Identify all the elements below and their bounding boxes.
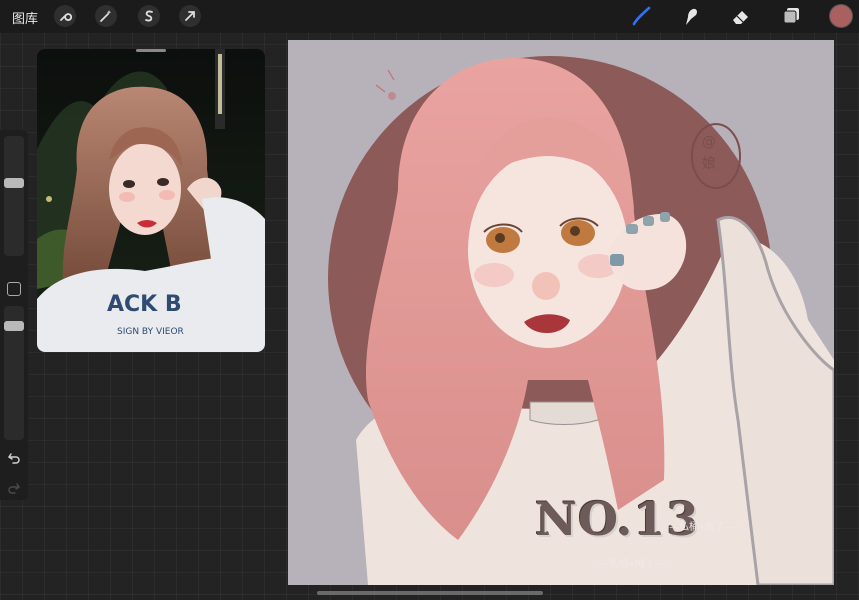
drawing-canvas[interactable]: @ 娘 NO.13 ♡—私桶•肉丫—♡ ♡—私桶•肉丫—♡ — [288, 40, 834, 585]
svg-text:@: @ — [702, 134, 716, 150]
svg-text:SIGN BY VIEOR: SIGN BY VIEOR — [117, 327, 184, 337]
undo-icon[interactable] — [6, 450, 22, 466]
magic-wand-icon[interactable] — [95, 5, 117, 27]
svg-text:ACK B: ACK B — [107, 292, 182, 317]
selection-icon[interactable] — [138, 5, 160, 27]
wrench-icon[interactable] — [54, 5, 76, 27]
opacity-thumb[interactable] — [4, 320, 24, 331]
redo-icon[interactable] — [6, 480, 22, 496]
reference-photo[interactable]: ACK B SIGN BY VIEOR — [37, 49, 265, 352]
smudge-icon[interactable] — [679, 4, 703, 28]
eraser-icon[interactable] — [729, 4, 753, 28]
home-indicator[interactable] — [317, 591, 543, 595]
signature-text: ♡—私桶•肉丫—♡ — [590, 559, 674, 570]
brush-size-thumb[interactable] — [4, 177, 24, 188]
reference-drag-handle[interactable] — [136, 49, 166, 52]
svg-text:娘: 娘 — [702, 156, 716, 172]
modifier-button[interactable] — [7, 282, 21, 296]
layers-icon[interactable] — [779, 4, 803, 28]
brush-icon[interactable] — [629, 4, 653, 28]
brush-size-slider[interactable] — [4, 136, 24, 256]
gallery-button[interactable]: 图库 — [12, 8, 38, 27]
transform-arrow-icon[interactable] — [179, 5, 201, 27]
signature-text: ♡—私桶•肉丫—♡ — [660, 522, 744, 533]
top-toolbar: 图库 — [0, 0, 859, 33]
left-sidebar — [0, 130, 28, 500]
color-icon[interactable] — [830, 5, 852, 27]
